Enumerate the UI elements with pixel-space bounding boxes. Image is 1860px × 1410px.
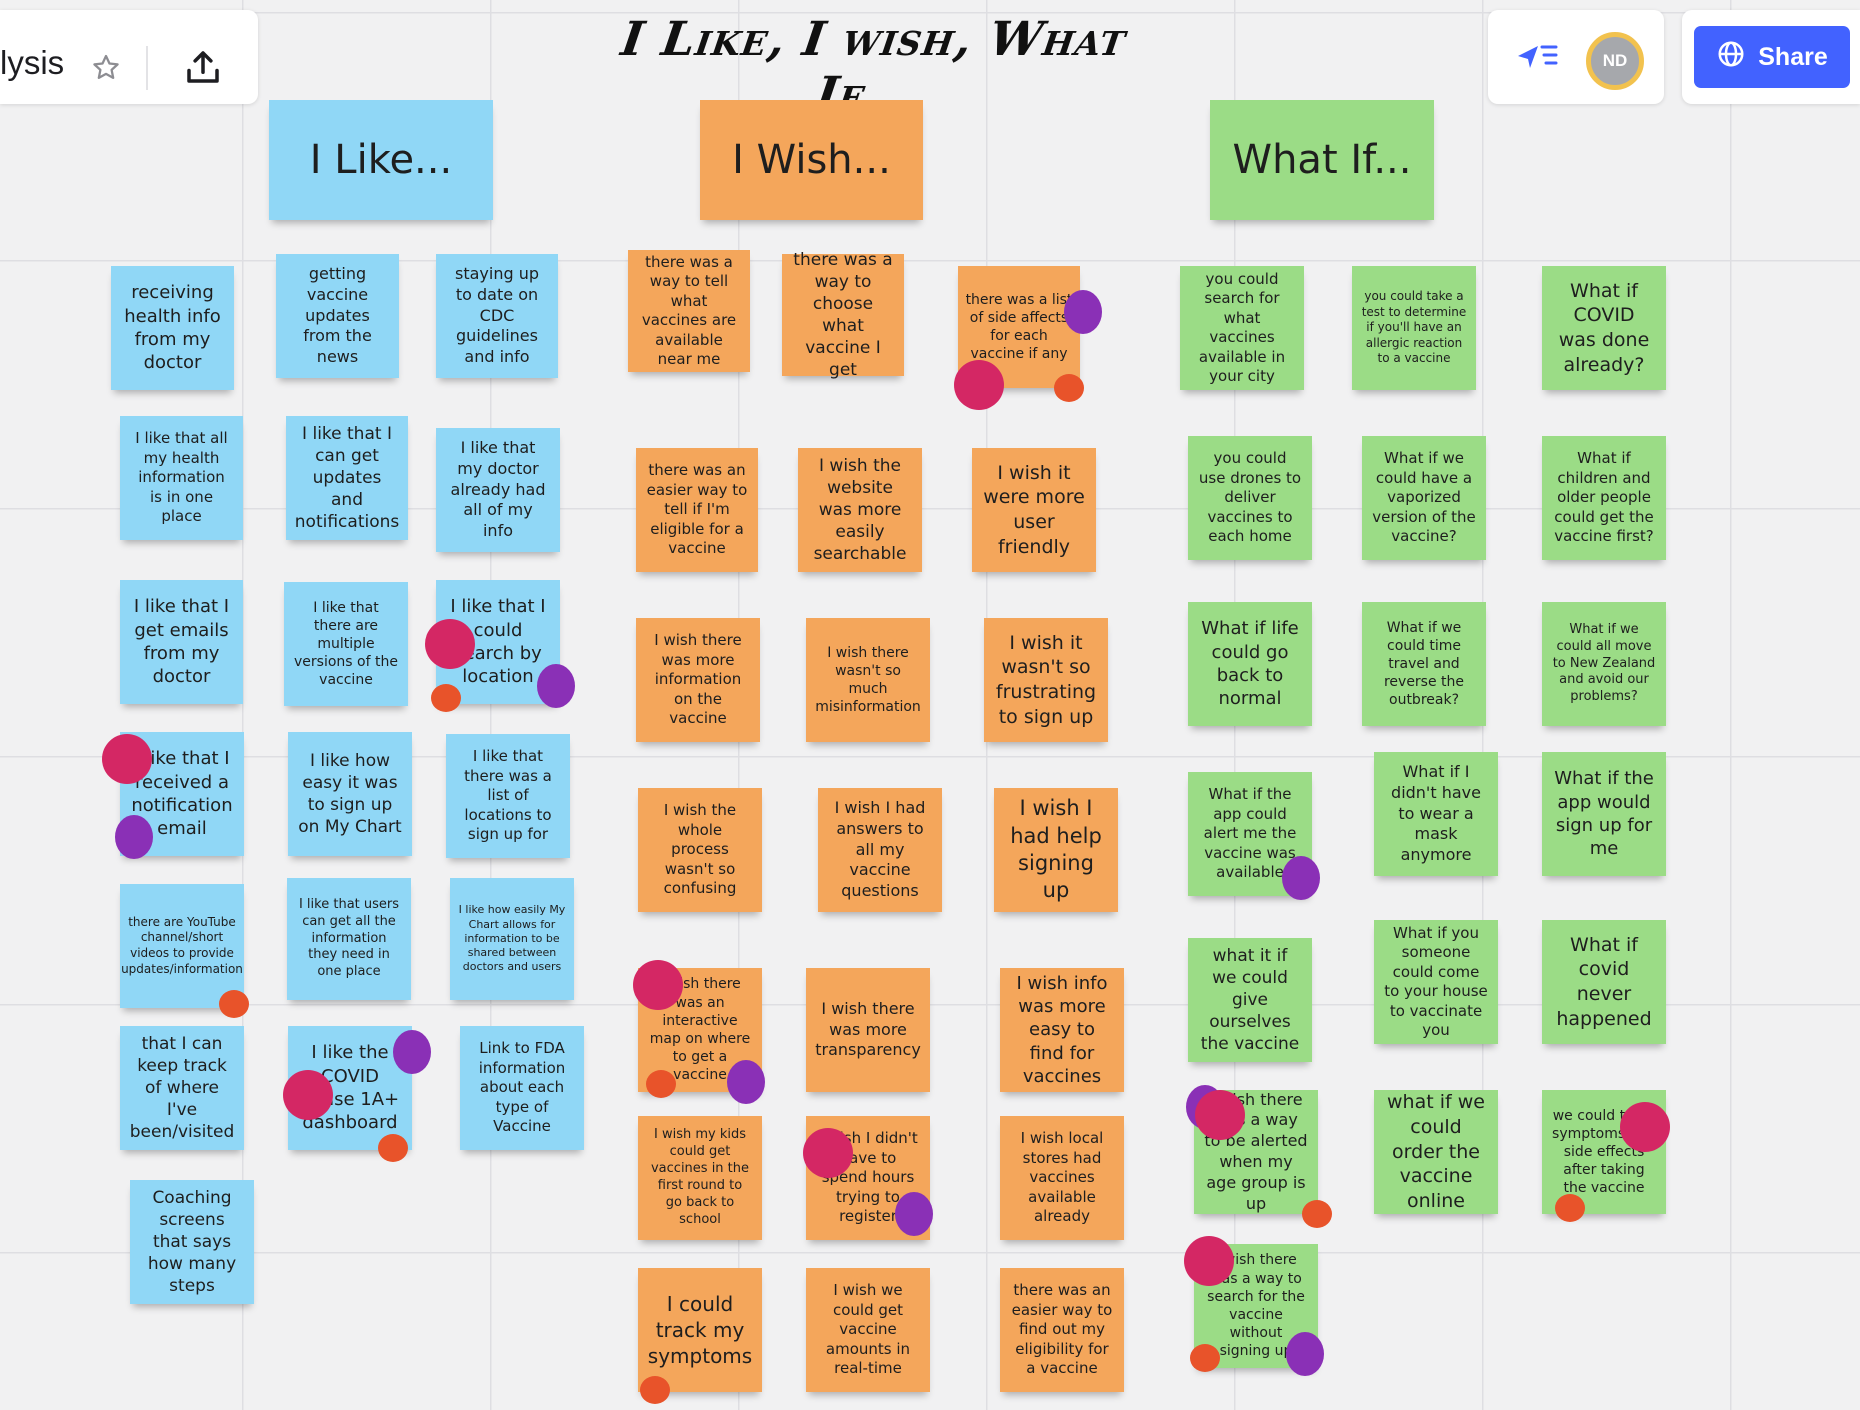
sticky-note-like[interactable]: I like that all my health information is… (120, 416, 243, 540)
sticky-note-wish[interactable]: I wish we could get vaccine amounts in r… (806, 1268, 930, 1392)
vote-dot[interactable] (633, 960, 683, 1010)
sticky-note-what-if[interactable]: What if we could have a vaporized versio… (1362, 436, 1486, 560)
vote-dot[interactable] (954, 360, 1004, 410)
sticky-note-wish[interactable]: I wish there was more information on the… (636, 618, 760, 742)
vote-dot[interactable] (1190, 1344, 1220, 1372)
sticky-note-like[interactable]: I like that my doctor already had all of… (436, 428, 560, 552)
vote-dot[interactable] (115, 815, 153, 859)
sticky-note-wish[interactable]: I wish there wasn't so much misinformati… (806, 618, 930, 742)
sticky-note-wish[interactable]: I wish I had answers to all my vaccine q… (818, 788, 942, 912)
sticky-note-what-if[interactable]: what it if we could give ourselves the v… (1188, 938, 1312, 1062)
sticky-note-wish[interactable]: I wish the whole process wasn't so confu… (638, 788, 762, 912)
vote-dot[interactable] (646, 1070, 676, 1098)
sticky-note-like[interactable]: Coaching screens that says how many step… (130, 1180, 254, 1304)
vote-dot[interactable] (219, 990, 249, 1018)
sticky-note-like[interactable]: I like that I get emails from my doctor (120, 580, 243, 704)
sticky-note-wish[interactable]: I wish it were more user friendly (972, 448, 1096, 572)
vote-dot[interactable] (1064, 290, 1102, 334)
share-toolbar: Share (1682, 10, 1860, 104)
sticky-note-wish[interactable]: I could track my symptoms (638, 1268, 762, 1392)
sticky-note-wish[interactable]: I wish the website was more easily searc… (798, 448, 922, 572)
sticky-note-what-if[interactable]: What if COVID was done already? (1542, 266, 1666, 390)
collaboration-toolbar: ND (1488, 10, 1664, 104)
sticky-note-wish[interactable]: I wish there was more transparency (806, 968, 930, 1092)
sticky-note-what-if[interactable]: you could take a test to determine if yo… (1352, 266, 1476, 390)
vote-dot[interactable] (895, 1192, 933, 1236)
sticky-note-what-if[interactable]: you could use drones to deliver vaccines… (1188, 436, 1312, 560)
sticky-note-what-if[interactable]: What if the app would sign up for me (1542, 752, 1666, 876)
header-i-like[interactable]: I Like... (269, 100, 493, 220)
vote-dot[interactable] (393, 1030, 431, 1074)
vote-dot[interactable] (378, 1134, 408, 1162)
sticky-note-like[interactable]: I like how easily My Chart allows for in… (450, 878, 574, 1000)
vote-dot[interactable] (1054, 374, 1084, 402)
vote-dot[interactable] (102, 734, 152, 784)
vote-dot[interactable] (1286, 1332, 1324, 1376)
vote-dot[interactable] (1302, 1200, 1332, 1228)
share-label: Share (1758, 42, 1828, 71)
sticky-note-like[interactable]: I like that users can get all the inform… (287, 878, 411, 1000)
sticky-note-what-if[interactable]: What if I didn't have to wear a mask any… (1374, 752, 1498, 876)
sticky-note-what-if[interactable]: what if we could order the vaccine onlin… (1374, 1090, 1498, 1214)
toolbar-divider (146, 46, 148, 90)
vote-dot[interactable] (537, 664, 575, 708)
sticky-note-what-if[interactable]: What if you someone could come to your h… (1374, 920, 1498, 1044)
globe-icon (1716, 39, 1746, 76)
sticky-note-like[interactable]: I like that there are multiple versions … (284, 582, 408, 706)
vote-dot[interactable] (1184, 1236, 1234, 1286)
sticky-note-like[interactable]: there are YouTube channel/short videos t… (120, 884, 244, 1008)
vote-dot[interactable] (1620, 1102, 1670, 1152)
sticky-note-what-if[interactable]: What if we could all move to New Zealand… (1542, 602, 1666, 726)
vote-dot[interactable] (640, 1376, 670, 1404)
header-i-wish[interactable]: I Wish... (700, 100, 923, 220)
sticky-note-what-if[interactable]: What if we could time travel and reverse… (1362, 602, 1486, 726)
vote-dot[interactable] (425, 619, 475, 669)
vote-dot[interactable] (803, 1128, 853, 1178)
sticky-note-like[interactable]: I like that there was a list of location… (446, 734, 570, 858)
sticky-note-like[interactable]: that I can keep track of where I've been… (120, 1026, 244, 1150)
upload-icon[interactable] (182, 46, 224, 88)
header-what-if[interactable]: What If... (1210, 100, 1434, 220)
star-icon[interactable] (90, 52, 122, 84)
sticky-note-wish[interactable]: there was an easier way to tell if I'm e… (636, 448, 758, 572)
board-name[interactable]: lysis (0, 44, 64, 82)
sticky-note-like[interactable]: Link to FDA information about each type … (460, 1026, 584, 1150)
sticky-note-wish[interactable]: I wish local stores had vaccines availab… (1000, 1116, 1124, 1240)
share-button[interactable]: Share (1694, 26, 1850, 88)
sticky-note-what-if[interactable]: you could search for what vaccines avail… (1180, 266, 1304, 390)
sticky-note-like[interactable]: receiving health info from my doctor (111, 266, 234, 390)
cursor-follow-icon[interactable] (1516, 38, 1560, 78)
vote-dot[interactable] (283, 1070, 333, 1120)
sticky-note-wish[interactable]: I wish it wasn't so frustrating to sign … (984, 618, 1108, 742)
avatar[interactable]: ND (1586, 32, 1644, 90)
vote-dot[interactable] (1555, 1194, 1585, 1222)
sticky-note-wish[interactable]: I wish my kids could get vaccines in the… (638, 1116, 762, 1240)
vote-dot[interactable] (727, 1060, 765, 1104)
sticky-note-like[interactable]: I like how easy it was to sign up on My … (288, 732, 412, 856)
sticky-note-like[interactable]: staying up to date on CDC guidelines and… (436, 254, 558, 378)
sticky-note-what-if[interactable]: What if children and older people could … (1542, 436, 1666, 560)
sticky-note-wish[interactable]: I wish I had help signing up (994, 788, 1118, 912)
sticky-note-what-if[interactable]: What if covid never happened (1542, 920, 1666, 1044)
sticky-note-wish[interactable]: there was an easier way to find out my e… (1000, 1268, 1124, 1392)
sticky-note-like[interactable]: getting vaccine updates from the news (276, 254, 399, 378)
board-toolbar: lysis (0, 10, 258, 104)
sticky-note-wish[interactable]: there was a way to tell what vaccines ar… (628, 250, 750, 372)
vote-dot[interactable] (1195, 1090, 1245, 1140)
vote-dot[interactable] (1282, 856, 1320, 900)
vote-dot[interactable] (431, 684, 461, 712)
sticky-note-wish[interactable]: I wish info was more easy to find for va… (1000, 968, 1124, 1092)
sticky-note-what-if[interactable]: What if life could go back to normal (1188, 602, 1312, 726)
sticky-note-like[interactable]: I like that I can get updates and notifi… (286, 416, 408, 540)
sticky-note-wish[interactable]: there was a way to choose what vaccine I… (782, 250, 904, 380)
